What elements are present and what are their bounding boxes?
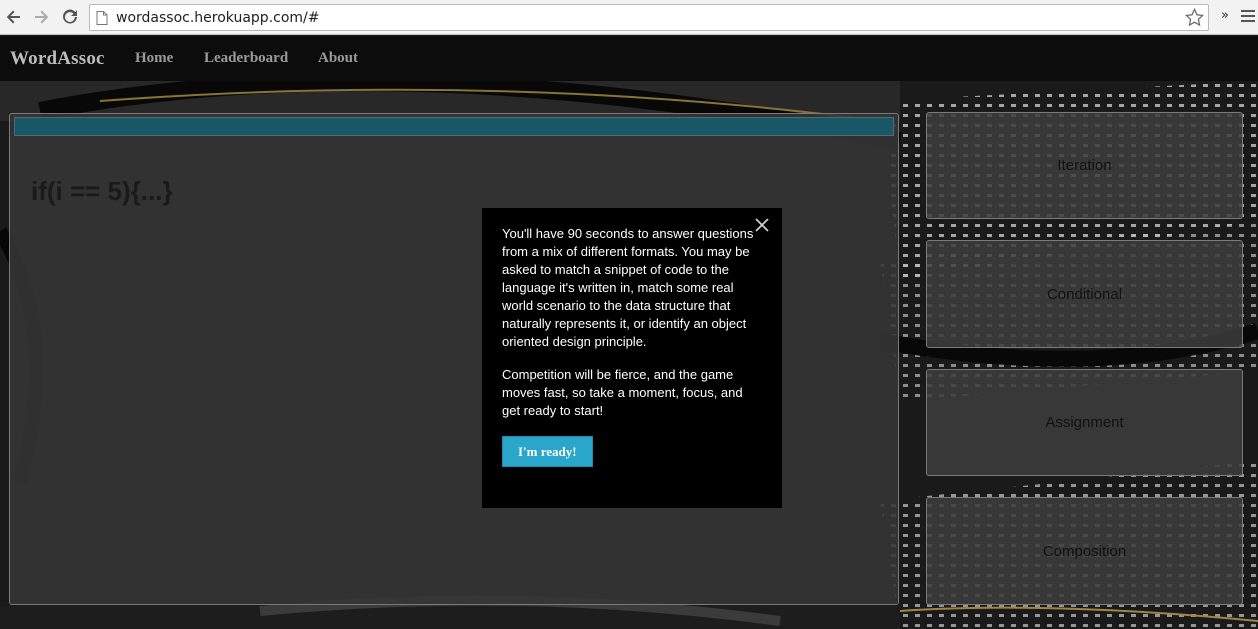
nav-link-about[interactable]: About (318, 50, 358, 67)
reload-button[interactable] (59, 6, 81, 28)
bookmarks-overflow-icon[interactable]: » (1221, 8, 1229, 23)
instructions-paragraph: Competition will be fierce, and the game… (502, 367, 743, 418)
forward-button[interactable] (30, 6, 52, 28)
close-icon[interactable] (754, 217, 770, 233)
instructions-paragraph: You'll have 90 seconds to answer questio… (502, 226, 754, 349)
app-navbar: WordAssoc Home Leaderboard About (0, 36, 1258, 81)
url-text[interactable]: wordassoc.herokuapp.com/# (116, 10, 320, 26)
reload-icon (63, 9, 77, 24)
nav-link-home[interactable]: Home (135, 50, 173, 67)
back-arrow-icon (6, 10, 20, 24)
back-button[interactable] (3, 6, 25, 28)
browser-menu-icon[interactable] (1241, 10, 1255, 25)
page-icon (96, 11, 108, 25)
ready-button[interactable]: I'm ready! (502, 436, 593, 467)
forward-arrow-icon (35, 10, 49, 24)
instructions-modal: You'll have 90 seconds to answer questio… (482, 208, 782, 508)
browser-toolbar: wordassoc.herokuapp.com/# » (0, 0, 1258, 35)
bookmark-star-icon[interactable] (1185, 8, 1204, 27)
address-bar[interactable]: wordassoc.herokuapp.com/# (89, 4, 1209, 31)
nav-link-leaderboard[interactable]: Leaderboard (204, 50, 288, 67)
brand-logo[interactable]: WordAssoc (10, 48, 105, 70)
